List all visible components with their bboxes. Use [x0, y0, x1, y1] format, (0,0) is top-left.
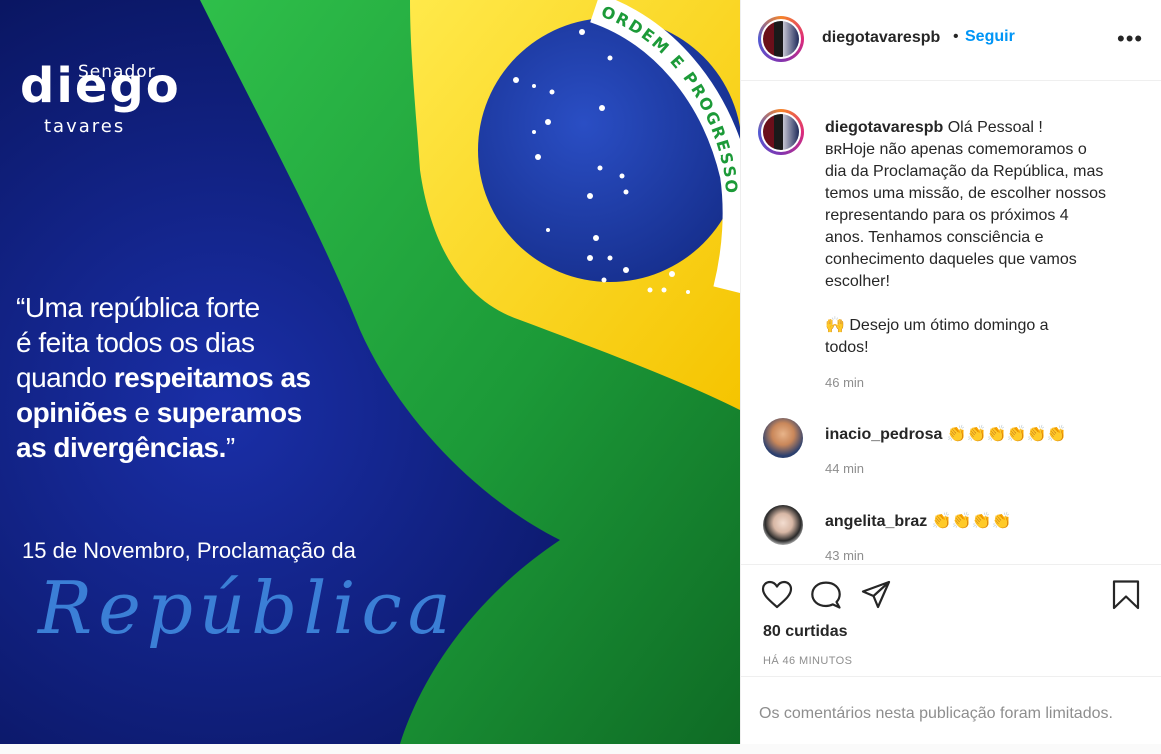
ellipsis-icon[interactable]: •••: [1117, 26, 1143, 52]
comment-body: 👏👏👏👏: [931, 513, 1012, 530]
caption-line: 🙌 Desejo um ótimo domingo a: [825, 317, 1049, 334]
bookmark-icon[interactable]: [1110, 579, 1142, 611]
comment-item: angelita_braz 👏👏👏👏 43 min: [741, 505, 1161, 564]
brand-tavares: tavares: [44, 116, 126, 137]
author-username[interactable]: diegotavarespb: [822, 29, 940, 47]
comments-limited-text: Os comentários nesta publicação foram li…: [759, 705, 1113, 722]
caption-line: representando para os próximos 4: [825, 207, 1069, 224]
speech-bubble-icon[interactable]: [810, 579, 842, 611]
commenter-avatar[interactable]: [763, 418, 803, 458]
post-timestamp[interactable]: HÁ 46 MINUTOS: [763, 655, 852, 667]
caption-text: diegotavarespb Olá Pessoal ! ʙʀHoje não …: [825, 117, 1125, 359]
commenter-avatar[interactable]: [763, 505, 803, 545]
paper-plane-icon[interactable]: [860, 579, 892, 611]
caption-timestamp[interactable]: 46 min: [825, 375, 864, 390]
caption-line: todos!: [825, 339, 869, 356]
comment-text: angelita_braz 👏👏👏👏: [825, 511, 1011, 531]
caption-username[interactable]: diegotavarespb: [825, 119, 943, 136]
commenter-username[interactable]: inacio_pedrosa: [825, 426, 942, 443]
post-image[interactable]: ORDEM E PROGRESSO Senador diego tavares …: [0, 0, 740, 744]
quote-text: “Uma república forte é feita todos os di…: [16, 290, 356, 465]
republica-script: República: [38, 566, 457, 650]
comment-body: 👏👏👏👏👏👏: [946, 426, 1067, 443]
caption-line: anos. Tenhamos consciência e: [825, 229, 1044, 246]
page-background-strip: [0, 744, 1161, 754]
comment-item: inacio_pedrosa 👏👏👏👏👏👏 44 min: [741, 418, 1161, 498]
quote-line-4: e: [127, 397, 157, 428]
quote-line-4-bold-2: superamos: [156, 397, 302, 428]
quote-line-4-bold: opiniões: [16, 397, 128, 428]
comment-timestamp[interactable]: 44 min: [825, 461, 864, 476]
follow-button[interactable]: Seguir: [965, 28, 1015, 46]
brand-diego: diego: [20, 58, 181, 114]
post-header: diegotavarespb • Seguir •••: [741, 0, 1161, 81]
caption-line: ʙʀHoje não apenas comemoramos o: [825, 141, 1087, 158]
commenter-username[interactable]: angelita_braz: [825, 513, 927, 530]
caption-avatar[interactable]: [758, 109, 804, 155]
quote-line-2: é feita todos os dias: [16, 327, 255, 358]
caption-line: escolher!: [825, 273, 890, 290]
instagram-post-modal: ORDEM E PROGRESSO Senador diego tavares …: [0, 0, 1161, 754]
caption-line: dia da Proclamação da República, mas: [825, 163, 1104, 180]
quote-line-1: “Uma república forte: [16, 292, 260, 323]
caption-line: conhecimento daqueles que vamos: [825, 251, 1077, 268]
caption-line: Olá Pessoal !: [947, 119, 1043, 136]
quote-line-3: quando: [16, 362, 114, 393]
quote-line-5: ”: [225, 432, 235, 463]
post-actions: 80 curtidas HÁ 46 MINUTOS: [741, 564, 1161, 677]
author-avatar[interactable]: [758, 16, 804, 62]
comments-list[interactable]: diegotavarespb Olá Pessoal ! ʙʀHoje não …: [741, 81, 1161, 564]
likes-count[interactable]: 80 curtidas: [763, 623, 847, 641]
comment-text: inacio_pedrosa 👏👏👏👏👏👏: [825, 424, 1066, 444]
comments-limited-notice: Os comentários nesta publicação foram li…: [741, 676, 1161, 745]
quote-line-5-bold: as divergências.: [16, 432, 226, 463]
heart-icon[interactable]: [761, 579, 793, 611]
caption-line: temos uma missão, de escolher nossos: [825, 185, 1107, 202]
comment-timestamp[interactable]: 43 min: [825, 548, 864, 563]
post-sidebar: diegotavarespb • Seguir ••• diegotavares…: [740, 0, 1161, 744]
quote-line-3-bold: respeitamos as: [113, 362, 311, 393]
header-separator: •: [953, 28, 959, 45]
date-line: 15 de Novembro, Proclamação da: [22, 538, 356, 563]
